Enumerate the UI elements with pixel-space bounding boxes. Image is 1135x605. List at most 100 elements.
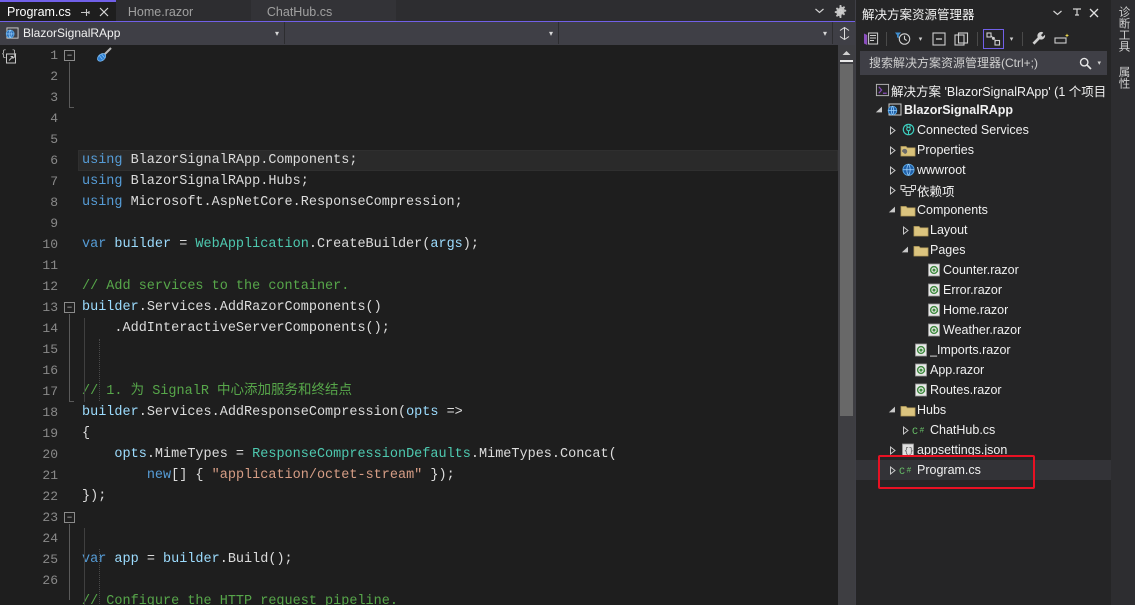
- tree-item-counter.razor[interactable]: Counter.razor: [856, 260, 1111, 280]
- collapse-arrow-icon[interactable]: [886, 406, 899, 414]
- view-dropdown[interactable]: ▾: [1006, 35, 1017, 43]
- code-text[interactable]: using BlazorSignalRApp.Components;using …: [78, 45, 838, 605]
- code-line[interactable]: builder.Services.AddResponseCompression(…: [78, 402, 838, 423]
- tree-item-pages[interactable]: Pages: [856, 240, 1111, 260]
- search-icon[interactable]: [1077, 57, 1094, 70]
- outlining-margin[interactable]: − − −: [62, 45, 78, 605]
- collapse-arrow-icon[interactable]: [899, 246, 912, 254]
- collapse-arrow-icon[interactable]: [873, 106, 886, 114]
- tree-item-_imports.razor[interactable]: _Imports.razor: [856, 340, 1111, 360]
- code-line[interactable]: builder.Services.AddRazorComponents(): [78, 297, 838, 318]
- tree-item-program.cs[interactable]: C#Program.cs: [856, 460, 1111, 480]
- scrollbar-thumb[interactable]: [840, 64, 853, 416]
- expand-arrow-icon[interactable]: [886, 126, 899, 135]
- tree-item-properties[interactable]: Properties: [856, 140, 1111, 160]
- code-line[interactable]: using BlazorSignalRApp.Hubs;: [78, 171, 838, 192]
- code-line[interactable]: using BlazorSignalRApp.Components;: [78, 150, 838, 171]
- code-line[interactable]: // 1. 为 SignalR 中心添加服务和终结点: [78, 381, 838, 402]
- chevron-down-icon[interactable]: [1053, 10, 1071, 16]
- filter-dropdown[interactable]: ▾: [915, 35, 926, 43]
- tree-item-layout[interactable]: Layout: [856, 220, 1111, 240]
- dock-tab-properties[interactable]: 属性: [1116, 66, 1132, 89]
- tree-item-blazorsignalrapp[interactable]: BlazorSignalRApp: [856, 100, 1111, 120]
- expand-arrow-icon[interactable]: [899, 226, 912, 235]
- expand-arrow-icon[interactable]: [886, 146, 899, 155]
- pin-icon[interactable]: [80, 7, 91, 18]
- code-editor[interactable]: { } 123456789101112131415161718192021222…: [0, 45, 855, 605]
- home-button[interactable]: [860, 29, 881, 49]
- tree-item-blazorsignalrapp1[interactable]: 解决方案 'BlazorSignalRApp' (1 个项目: [856, 80, 1111, 100]
- code-line[interactable]: new[] { "application/octet-stream" });: [78, 465, 838, 486]
- fold-toggle-response-compression[interactable]: −: [64, 302, 75, 313]
- search-input[interactable]: [867, 55, 1077, 71]
- pin-icon[interactable]: [1071, 7, 1089, 19]
- code-line[interactable]: .AddInteractiveServerComponents();: [78, 318, 838, 339]
- code-line[interactable]: [78, 339, 838, 360]
- chevron-down-icon[interactable]: ▾: [544, 29, 558, 38]
- preview-selected-items-button[interactable]: [1051, 29, 1072, 49]
- view-code-button[interactable]: [983, 29, 1004, 49]
- expand-arrow-icon[interactable]: [886, 446, 899, 455]
- tree-item-wwwroot[interactable]: wwwroot: [856, 160, 1111, 180]
- member-dropdown[interactable]: ▾: [559, 22, 833, 44]
- scroll-up-arrow[interactable]: [838, 45, 855, 60]
- type-dropdown[interactable]: ▾: [285, 22, 559, 44]
- code-line[interactable]: {: [78, 423, 838, 444]
- code-line[interactable]: [78, 528, 838, 549]
- tree-item-connectedservices[interactable]: Connected Services: [856, 120, 1111, 140]
- code-line[interactable]: var builder = WebApplication.CreateBuild…: [78, 234, 838, 255]
- tab-chathub-cs[interactable]: ChatHub.cs: [251, 0, 396, 22]
- tree-item-routes.razor[interactable]: Routes.razor: [856, 380, 1111, 400]
- tree-item-error.razor[interactable]: Error.razor: [856, 280, 1111, 300]
- dock-tab-diagnostic-tools[interactable]: 诊断工具: [1116, 6, 1132, 52]
- solution-tree[interactable]: 解决方案 'BlazorSignalRApp' (1 个项目BlazorSign…: [856, 78, 1111, 605]
- solution-explorer-search[interactable]: ▾: [860, 51, 1107, 75]
- tree-item-components[interactable]: Components: [856, 200, 1111, 220]
- code-line[interactable]: opts.MimeTypes = ResponseCompressionDefa…: [78, 444, 838, 465]
- expand-arrow-icon[interactable]: [886, 466, 899, 475]
- editor-vertical-scrollbar[interactable]: [838, 45, 855, 605]
- fold-toggle-usings[interactable]: −: [64, 50, 75, 61]
- chevron-down-icon[interactable]: ▾: [270, 29, 284, 38]
- chevron-down-icon[interactable]: ▾: [818, 29, 832, 38]
- code-line[interactable]: [78, 507, 838, 528]
- tab-program-cs[interactable]: Program.cs: [0, 0, 116, 22]
- code-token: .Services.AddRazorComponents(): [139, 300, 382, 315]
- chevron-down-icon[interactable]: [815, 8, 824, 14]
- tree-item-home.razor[interactable]: Home.razor: [856, 300, 1111, 320]
- expand-arrow-icon[interactable]: [899, 426, 912, 435]
- collapse-all-button[interactable]: [928, 29, 949, 49]
- collapse-arrow-icon[interactable]: [886, 206, 899, 214]
- search-options-dropdown[interactable]: ▾: [1094, 59, 1104, 67]
- close-icon[interactable]: [1089, 8, 1107, 18]
- expand-arrow-icon[interactable]: [886, 186, 899, 195]
- code-line[interactable]: [78, 570, 838, 591]
- code-line[interactable]: [78, 360, 838, 381]
- fold-toggle-if-block[interactable]: −: [64, 512, 75, 523]
- show-all-files-button[interactable]: [951, 29, 972, 49]
- code-line[interactable]: // Configure the HTTP request pipeline.: [78, 591, 838, 605]
- close-icon[interactable]: [99, 7, 109, 17]
- tree-item-chathub.cs[interactable]: C#ChatHub.cs: [856, 420, 1111, 440]
- tree-item-weather.razor[interactable]: Weather.razor: [856, 320, 1111, 340]
- code-line[interactable]: using Microsoft.AspNetCore.ResponseCompr…: [78, 192, 838, 213]
- code-line[interactable]: [78, 255, 838, 276]
- pending-changes-filter-button[interactable]: [892, 29, 913, 49]
- tab-home-razor[interactable]: Home.razor: [116, 0, 251, 22]
- code-token: =: [179, 237, 195, 252]
- gear-icon[interactable]: [834, 5, 847, 18]
- tree-item-hubs[interactable]: Hubs: [856, 400, 1111, 420]
- tree-item-appsettings.json[interactable]: {}appsettings.json: [856, 440, 1111, 460]
- code-line[interactable]: });: [78, 486, 838, 507]
- tree-item-app.razor[interactable]: App.razor: [856, 360, 1111, 380]
- split-view-button[interactable]: [833, 22, 855, 44]
- properties-button[interactable]: [1028, 29, 1049, 49]
- expand-arrow-icon[interactable]: [886, 166, 899, 175]
- right-dock-tabs: 诊断工具 属性: [1111, 0, 1135, 605]
- code-line[interactable]: // Add services to the container.: [78, 276, 838, 297]
- project-dropdown[interactable]: BlazorSignalRApp ▾: [0, 22, 285, 44]
- code-line[interactable]: var app = builder.Build();: [78, 549, 838, 570]
- code-token: ResponseCompressionDefaults: [252, 447, 471, 462]
- tree-item-[interactable]: 依赖项: [856, 180, 1111, 200]
- code-line[interactable]: [78, 213, 838, 234]
